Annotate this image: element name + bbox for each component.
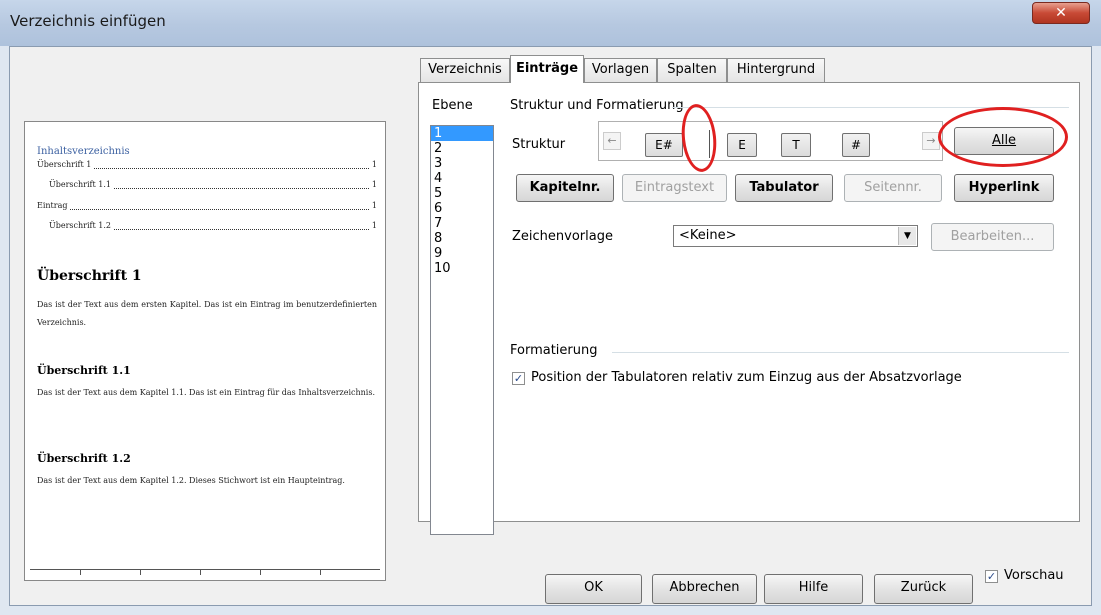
- chevron-down-icon[interactable]: ▼: [898, 227, 916, 245]
- structure-editor[interactable]: ← E# E T # →: [598, 121, 943, 161]
- preview-toc-entry: Eintrag 1: [37, 201, 377, 210]
- level-item[interactable]: 7: [431, 216, 493, 231]
- preview-toc-entry: Überschrift 1.1 1: [49, 180, 377, 189]
- cancel-button[interactable]: Abbrechen: [652, 574, 757, 604]
- char-style-label: Zeichenvorlage: [512, 229, 613, 244]
- preview-toc-entry: Überschrift 1.2 1: [49, 221, 377, 230]
- level-item[interactable]: 2: [431, 141, 493, 156]
- tab-hintergrund[interactable]: Hintergrund: [727, 58, 825, 82]
- tab-spalten[interactable]: Spalten: [657, 58, 727, 82]
- preview-paragraph: Das ist der Text aus dem ersten Kapitel.…: [37, 300, 377, 327]
- window-title: Verzeichnis einfügen: [10, 12, 166, 30]
- title-bar: Verzeichnis einfügen ✕: [0, 0, 1101, 46]
- level-item[interactable]: 4: [431, 171, 493, 186]
- help-button[interactable]: Hilfe: [764, 574, 863, 604]
- level-label: Ebene: [432, 98, 473, 113]
- close-button[interactable]: ✕: [1032, 2, 1090, 24]
- preview-heading: Überschrift 1.2: [37, 452, 131, 465]
- formatting-group-title: Formatierung: [510, 343, 598, 358]
- preview-checkbox-label: Vorschau: [1004, 568, 1064, 583]
- preview-pane: Inhaltsverzeichnis Überschrift 11 Übersc…: [24, 121, 386, 581]
- preview-heading: Überschrift 1.1: [37, 364, 131, 377]
- tab-stop-button[interactable]: Tabulator: [735, 174, 833, 202]
- close-icon: ✕: [1055, 5, 1067, 21]
- token-entry-text[interactable]: E: [727, 133, 757, 157]
- edit-style-button[interactable]: Bearbeiten...: [931, 223, 1054, 251]
- char-style-select[interactable]: <Keine> ▼: [673, 225, 918, 247]
- level-item[interactable]: 5: [431, 186, 493, 201]
- preview-paragraph: Das ist der Text aus dem Kapitel 1.1. Da…: [37, 388, 376, 397]
- preview-heading: Überschrift 1: [37, 268, 142, 284]
- group-separator: [612, 352, 1069, 353]
- char-style-value: <Keine>: [679, 228, 737, 243]
- token-chapter-entry[interactable]: E#: [645, 133, 683, 157]
- preview-toc-title: Inhaltsverzeichnis: [37, 146, 130, 157]
- level-item[interactable]: 9: [431, 246, 493, 261]
- preview-page-edge: [30, 569, 380, 580]
- tab-position-label: Position der Tabulatoren relativ zum Ein…: [531, 370, 962, 385]
- level-item[interactable]: 1: [431, 126, 493, 141]
- tab-eintraege[interactable]: Einträge: [510, 55, 584, 83]
- tab-position-checkbox[interactable]: ✓: [512, 372, 525, 385]
- preview-paragraph: Das ist der Text aus dem Kapitel 1.2. Di…: [37, 476, 345, 485]
- structure-group-title: Struktur und Formatierung: [510, 98, 684, 113]
- level-item[interactable]: 3: [431, 156, 493, 171]
- preview-toc-entry: Überschrift 11: [37, 160, 377, 169]
- back-button[interactable]: Zurück: [874, 574, 973, 604]
- level-item[interactable]: 10: [431, 261, 493, 276]
- scroll-left-icon[interactable]: ←: [603, 132, 621, 150]
- level-item[interactable]: 8: [431, 231, 493, 246]
- page-number-button[interactable]: Seitennr.: [844, 174, 942, 202]
- chapter-number-button[interactable]: Kapitelnr.: [516, 174, 614, 202]
- structure-label: Struktur: [512, 137, 566, 152]
- level-list[interactable]: 1 2 3 4 5 6 7 8 9 10: [430, 125, 494, 535]
- entry-text-button[interactable]: Eintragstext: [622, 174, 727, 202]
- token-tab[interactable]: T: [781, 133, 811, 157]
- ok-button[interactable]: OK: [545, 574, 642, 604]
- tab-vorlagen[interactable]: Vorlagen: [584, 58, 657, 82]
- preview-checkbox[interactable]: ✓: [985, 570, 998, 583]
- token-page-number[interactable]: #: [842, 133, 870, 157]
- level-item[interactable]: 6: [431, 201, 493, 216]
- hyperlink-button[interactable]: Hyperlink: [954, 174, 1054, 202]
- tab-verzeichnis[interactable]: Verzeichnis: [420, 58, 510, 82]
- annotation-circle-all: [938, 107, 1068, 167]
